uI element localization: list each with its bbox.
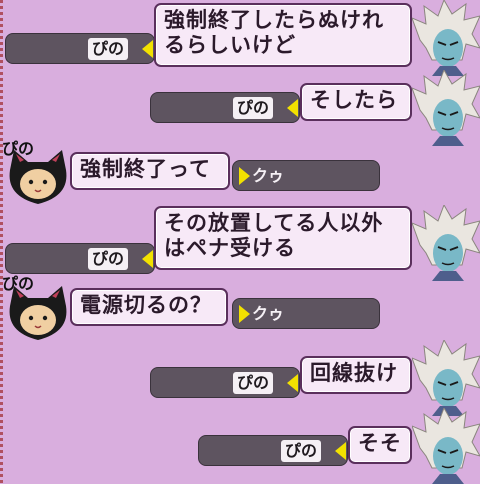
tag-arrow-icon [335,442,346,460]
black-cat-hood-avatar-icon [9,150,67,204]
message-bubble: 強制終了したらぬけれ るらしいけど [154,3,412,67]
speaker-name: ぴの [281,440,322,462]
white-hair-blue-face-avatar-icon [412,205,480,281]
message-line: そそ [358,431,402,455]
black-cat-hood-avatar-icon [9,286,67,340]
speaker-tag: ぴの [150,367,300,398]
message-bubble: 強制終了って [70,152,230,190]
tag-arrow-icon [287,99,298,117]
speaker-tag: ぴの [5,33,155,64]
white-hair-blue-face-avatar-icon [412,70,480,146]
message-line: 電源切るの？ [80,293,212,317]
message-line: はペナ受ける [164,236,296,260]
speaker-tag: ぴの [198,435,348,466]
reply-name: クゥ [252,166,285,185]
reply-tag: クゥ [232,160,380,191]
message-line: 強制終了って [80,157,211,181]
reply-name: クゥ [252,304,285,323]
speaker-name: ぴの [233,97,274,119]
message-bubble: 電源切るの？ [70,288,228,326]
tag-arrow-icon [239,305,250,323]
reply-tag: クゥ [232,298,380,329]
chat-log: ぴの 強制終了したらぬけれ るらしいけど ぴの そしたら ぴの 強制終了って ク… [0,0,480,484]
message-bubble: 回線抜け [300,356,412,394]
white-hair-blue-face-avatar-icon [412,408,480,484]
speaker-name: ぴの [88,248,129,270]
speaker-tag: ぴの [150,92,300,123]
message-line: 回線抜け [310,361,398,385]
message-bubble: そしたら [300,83,412,121]
white-hair-blue-face-avatar-icon [412,340,480,416]
white-hair-blue-face-avatar-icon [412,0,480,76]
message-line: その放置してる人以外 [164,211,384,235]
message-line: そしたら [310,88,398,112]
tag-arrow-icon [239,167,250,185]
speaker-name: ぴの [233,372,274,394]
speaker-name: ぴの [88,38,129,60]
message-bubble: そそ [348,426,412,464]
tag-arrow-icon [142,40,153,58]
message-bubble: その放置してる人以外 はペナ受ける [154,206,412,270]
tag-arrow-icon [287,374,298,392]
message-line: るらしいけど [164,33,296,57]
tag-arrow-icon [142,250,153,268]
message-line: 強制終了したらぬけれ [164,8,384,32]
window-edge [0,0,3,484]
